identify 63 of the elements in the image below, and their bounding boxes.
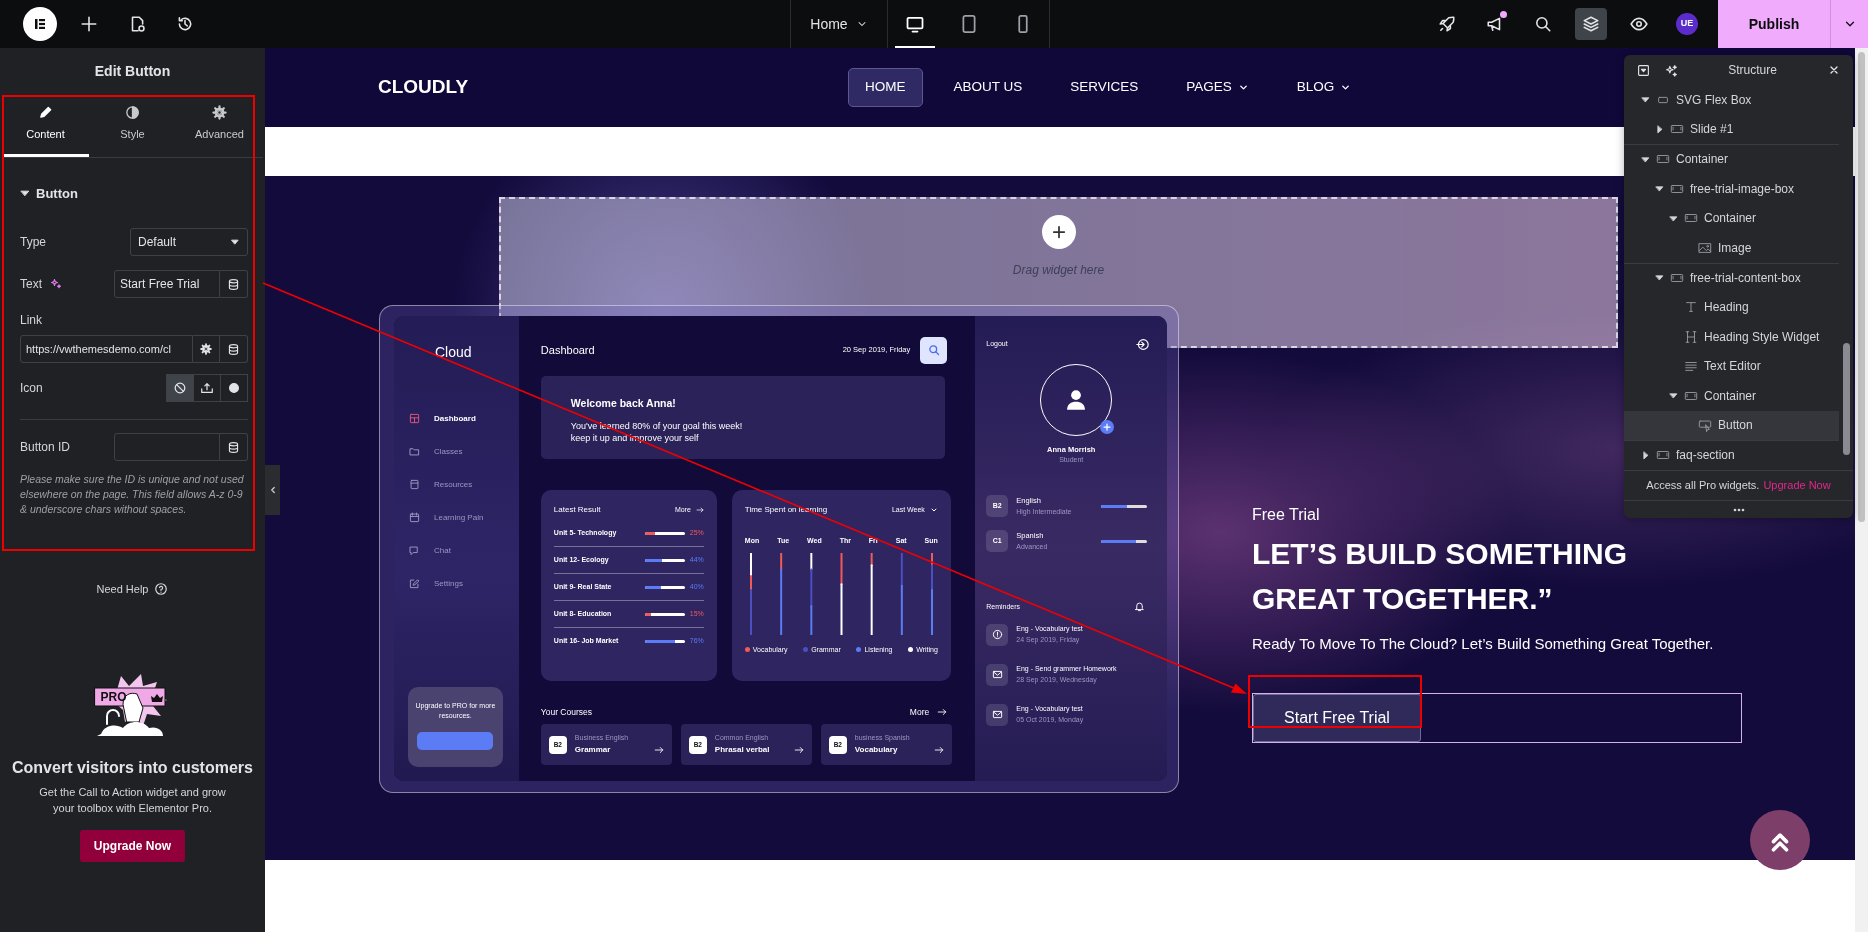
- dashboard-menu-item[interactable]: Chat: [394, 534, 519, 567]
- dashboard-title: Dashboard: [540, 342, 595, 358]
- field-label: Text: [20, 276, 42, 293]
- pro-label: PRO: [100, 689, 127, 704]
- panel-tab[interactable]: Advanced: [176, 95, 263, 157]
- eyebrow-text: Free Trial: [1252, 505, 1320, 525]
- dashboard-menu-item[interactable]: Resources: [394, 468, 519, 501]
- nav-link[interactable]: PAGES: [1169, 68, 1266, 107]
- upgrade-button[interactable]: Upgrade Now: [79, 829, 186, 862]
- promo-title: Convert visitors into customers: [12, 757, 253, 778]
- tree-item[interactable]: Text Editor: [1624, 351, 1839, 381]
- type-select[interactable]: Default: [130, 228, 248, 256]
- field-label: Type: [20, 234, 46, 251]
- field-label: Icon: [20, 380, 43, 397]
- upgrade-link[interactable]: Upgrade Now: [1763, 477, 1831, 494]
- welcome-title: Welcome back Anna!: [570, 396, 677, 411]
- dashboard-logo: Cloud: [434, 343, 473, 362]
- hero-text: Ready To Move To The Cloud? Let’s Build Something Great Together.: [1252, 634, 1715, 654]
- card-title: Latest Result: [553, 504, 601, 516]
- publish-button[interactable]: Publish: [1718, 0, 1830, 48]
- tree-item[interactable]: free-trial-content-box: [1624, 262, 1839, 293]
- course-name: Grammar: [574, 743, 612, 756]
- nav-link[interactable]: ABOUT US: [936, 68, 1040, 107]
- account-button[interactable]: UE: [1671, 8, 1703, 40]
- nav-link[interactable]: BLOG: [1279, 68, 1369, 107]
- panel-title: Structure: [1727, 62, 1778, 79]
- tree-item[interactable]: SVG Flex Box: [1624, 85, 1839, 115]
- text-field[interactable]: Start Free Trial: [114, 270, 220, 298]
- field-label: Button ID: [20, 439, 71, 456]
- help-text: Please make sure the ID is unique and not used elsewhere on the page. This field allows A-z 0-9 & underscore chars without spaces.: [20, 472, 245, 517]
- drop-zone-hint: Drag widget here: [1012, 262, 1105, 279]
- dashboard-menu-item[interactable]: Classes: [394, 435, 519, 468]
- field-label: Link: [20, 312, 42, 329]
- tree-item[interactable]: Button: [1624, 410, 1839, 441]
- dashboard-menu-item[interactable]: Dashboard: [394, 402, 519, 435]
- help-link[interactable]: Need Help: [96, 581, 149, 598]
- promo-text: Get the Call to Action widget and grow your toolbox with Elementor Pro.: [38, 784, 227, 816]
- tree-item[interactable]: Container: [1624, 380, 1839, 411]
- link-field[interactable]: https://vwthemesdemo.com/cl: [20, 335, 193, 363]
- dashboard-menu-item[interactable]: Learning Paln: [394, 501, 519, 534]
- section-toggle[interactable]: Button: [20, 157, 78, 221]
- nav-link[interactable]: SERVICES: [1053, 68, 1156, 107]
- panel-tab[interactable]: Content: [2, 95, 89, 157]
- section-title: Your Courses: [540, 705, 592, 719]
- footer-text: Access all Pro widgets.: [1646, 478, 1760, 494]
- tree-item[interactable]: Heading Style Widget: [1624, 321, 1839, 352]
- course-name: Phrasal verbal: [714, 743, 771, 756]
- tree-item[interactable]: Heading: [1624, 292, 1839, 322]
- tree-item[interactable]: faq-section: [1624, 440, 1839, 470]
- dashboard-menu-item[interactable]: Settings: [394, 567, 519, 600]
- site-logo: CLOUDLY: [378, 75, 470, 100]
- tree-item[interactable]: Container: [1624, 144, 1839, 174]
- panel-title: Edit Button: [93, 62, 172, 81]
- nav-link[interactable]: HOME: [848, 68, 923, 107]
- more-link[interactable]: More: [909, 705, 948, 719]
- panel-tab[interactable]: Style: [89, 95, 176, 157]
- tree-item[interactable]: Image: [1624, 232, 1839, 263]
- hero-heading: LET’S BUILD SOMETHING GREAT TOGETHER.”: [1252, 536, 1628, 617]
- start-trial-button[interactable]: Start Free Trial: [1253, 693, 1421, 742]
- course-name: Vocabulary: [854, 743, 899, 756]
- tree-item[interactable]: Slide #1: [1624, 114, 1839, 145]
- tree-item[interactable]: free-trial-image-box: [1624, 173, 1839, 204]
- tree-item[interactable]: Container: [1624, 203, 1839, 233]
